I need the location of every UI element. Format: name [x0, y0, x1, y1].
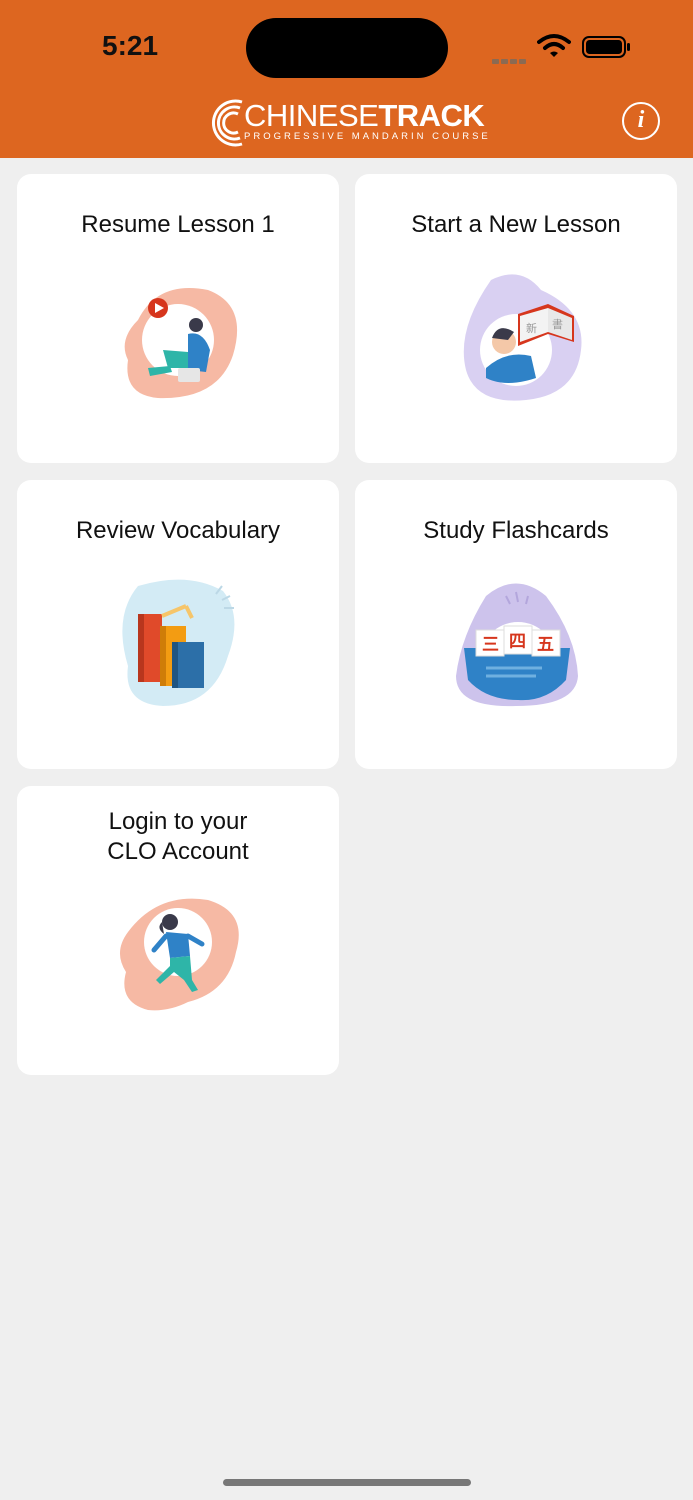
- app-header: 5:21 CHINESETRACK PROGRESSIVE MANDARIN C…: [0, 0, 693, 158]
- card-title: Resume Lesson 1: [81, 211, 275, 238]
- card-title: Study Flashcards: [423, 517, 609, 544]
- flashcards-icon: 三 四 五: [456, 583, 578, 707]
- video-lesson-icon: [124, 288, 238, 399]
- battery-icon: [582, 36, 630, 58]
- svg-text:四: 四: [509, 632, 526, 652]
- review-vocabulary-card[interactable]: Review Vocabulary: [17, 480, 339, 769]
- person-walking-icon: [119, 898, 239, 1011]
- study-flashcards-card[interactable]: Study Flashcards 三 四 五: [355, 480, 677, 769]
- login-card[interactable]: Login to your CLO Account: [17, 786, 339, 1075]
- info-button[interactable]: i: [622, 102, 660, 140]
- home-indicator[interactable]: [223, 1479, 471, 1486]
- chinese-track-logo: CHINESETRACK PROGRESSIVE MANDARIN COURSE: [208, 96, 488, 150]
- logo-subtitle: PROGRESSIVE MANDARIN COURSE: [244, 131, 491, 142]
- wifi-icon: [537, 34, 571, 57]
- logo-swirl-icon: [211, 99, 243, 147]
- svg-text:書: 書: [552, 317, 563, 331]
- card-title-line-1: Login to your: [108, 808, 248, 835]
- svg-text:新: 新: [526, 321, 537, 335]
- books-stack-icon: [122, 579, 235, 706]
- status-time: 5:21: [102, 30, 159, 61]
- new-lesson-card[interactable]: Start a New Lesson 新 書: [355, 174, 677, 463]
- card-title: Review Vocabulary: [75, 517, 281, 544]
- dynamic-island: [246, 18, 448, 78]
- svg-text:五: 五: [537, 635, 554, 655]
- logo-word-track: TRACK: [378, 98, 485, 133]
- logo-word-chinese: CHINESE: [244, 98, 379, 133]
- card-title-line-2: CLO Account: [107, 838, 249, 865]
- svg-text:三: 三: [482, 635, 499, 655]
- cellular-signal-icon: [492, 51, 528, 69]
- resume-lesson-card[interactable]: Resume Lesson 1: [17, 174, 339, 463]
- card-title: Start a New Lesson: [411, 211, 621, 238]
- open-book-icon: 新 書: [463, 274, 582, 401]
